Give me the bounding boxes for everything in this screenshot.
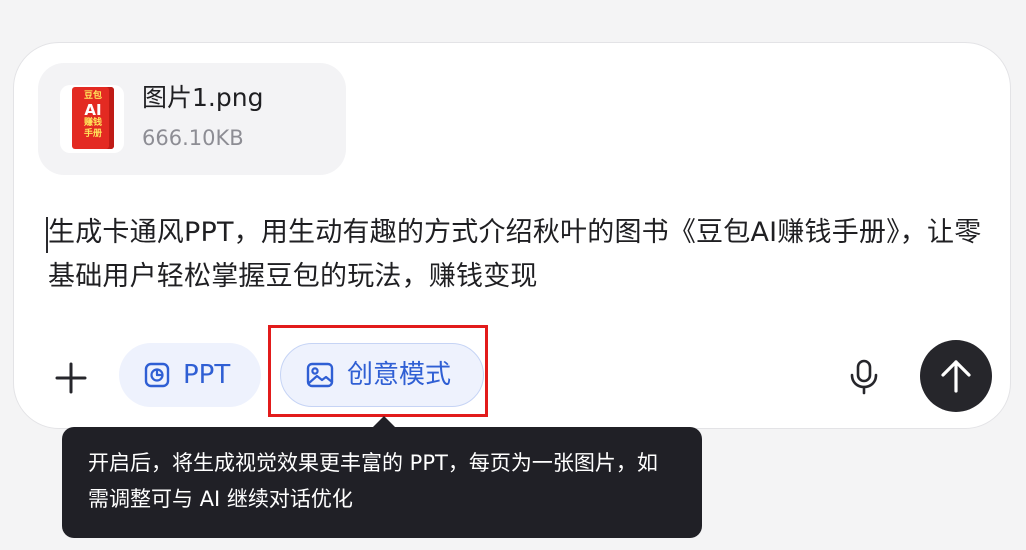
book-cover-image: 豆包 AI 赚钱 手册 [72, 87, 114, 149]
send-button[interactable] [920, 340, 992, 412]
creative-mode-label: 创意模式 [347, 360, 452, 390]
pie-chart-icon [144, 362, 170, 388]
creative-mode-tooltip: 开启后，将生成视觉效果更丰富的 PPT，每页为一张图片，如需调整可与 AI 继续… [62, 427, 702, 538]
add-button[interactable] [48, 355, 94, 401]
prompt-input[interactable]: 生成卡通风PPT，用生动有趣的方式介绍秋叶的图书《豆包AI赚钱手册》，让零基础用… [48, 211, 988, 299]
voice-input-button[interactable] [842, 355, 886, 399]
attachment-chip[interactable]: 豆包 AI 赚钱 手册 图片1.png 666.10KB [38, 63, 346, 175]
attachment-thumbnail: 豆包 AI 赚钱 手册 [60, 85, 124, 153]
tooltip-text: 开启后，将生成视觉效果更丰富的 PPT，每页为一张图片，如需调整可与 AI 继续… [88, 451, 658, 511]
book-cover-text-3: 赚钱 [83, 118, 102, 128]
book-cover-text-4: 手册 [83, 129, 102, 139]
creative-mode-button[interactable]: 创意模式 [280, 343, 484, 407]
chat-composer: 豆包 AI 赚钱 手册 图片1.png 666.10KB 生成卡通风PPT，用生… [13, 42, 1011, 429]
arrow-up-icon [941, 360, 971, 393]
microphone-icon [850, 359, 878, 395]
plus-icon [55, 362, 87, 394]
book-cover-text-2: AI [84, 101, 102, 119]
image-icon [306, 362, 334, 388]
attachment-file-size: 666.10KB [142, 126, 244, 150]
attachment-file-name: 图片1.png [142, 83, 264, 112]
ppt-button-label: PPT [183, 360, 231, 390]
ppt-button[interactable]: PPT [119, 343, 261, 407]
